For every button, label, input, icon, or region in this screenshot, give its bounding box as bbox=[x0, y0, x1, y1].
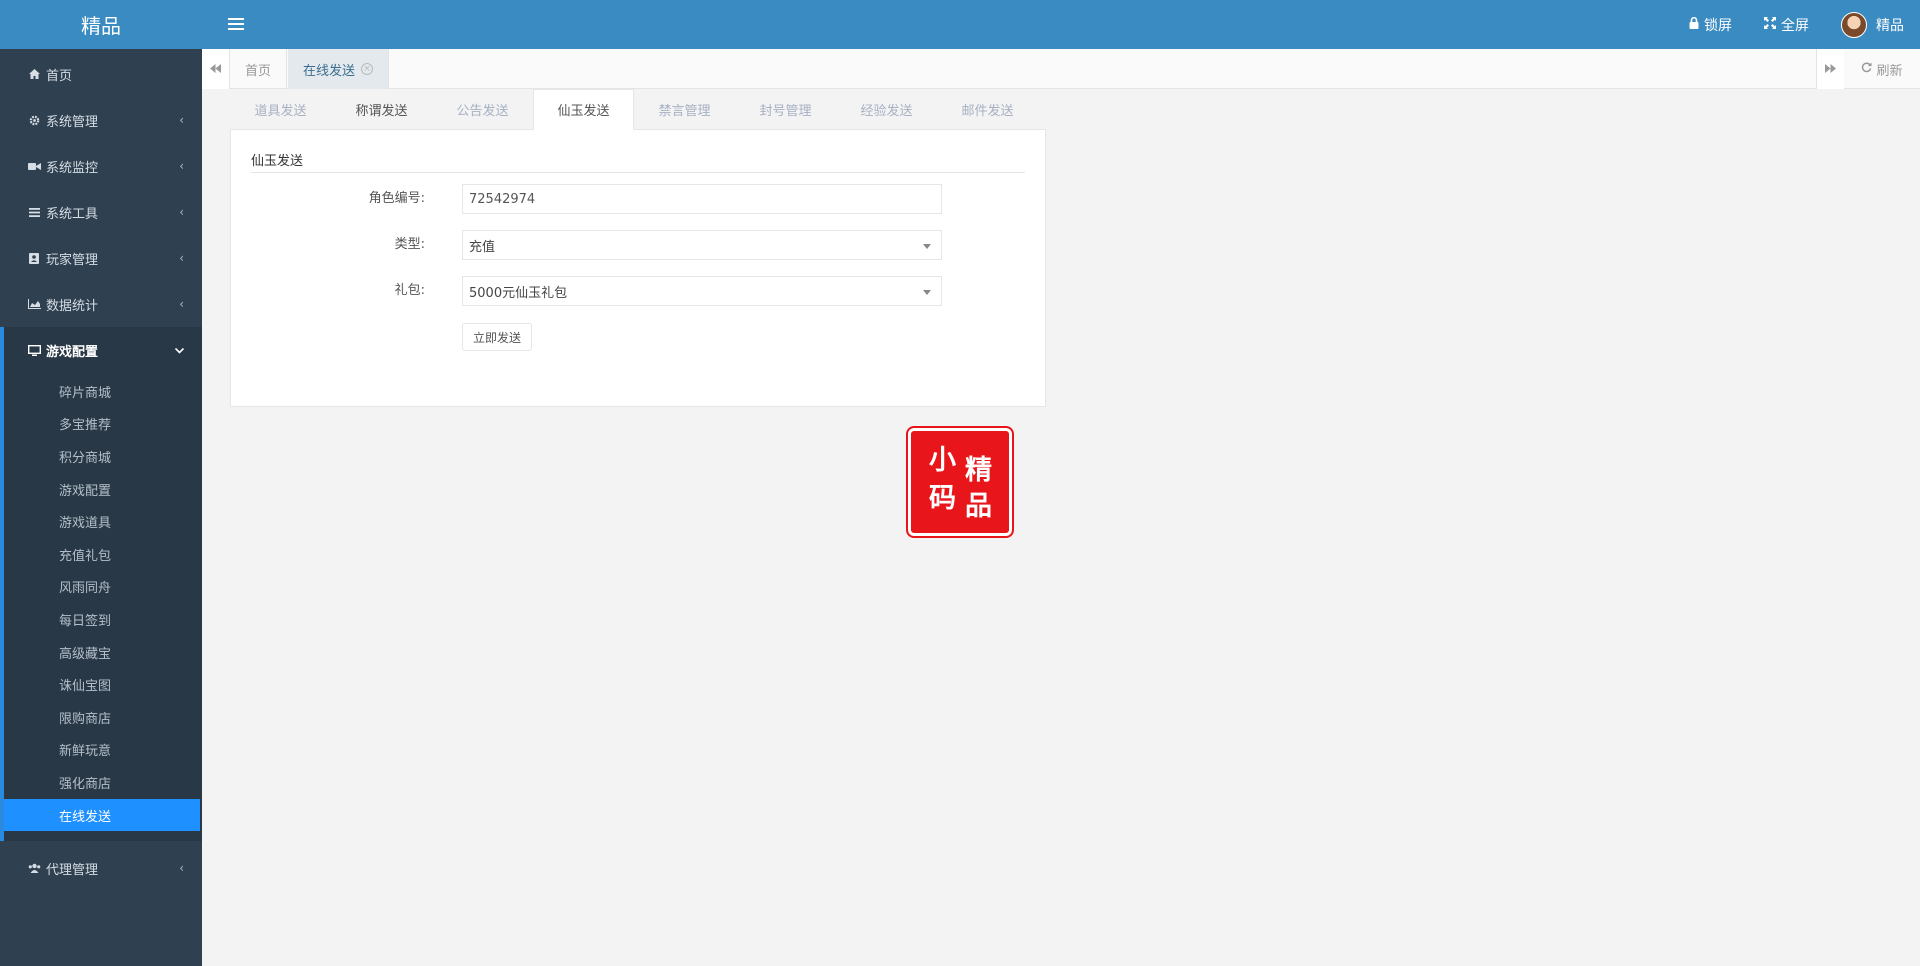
tab-announcement-send[interactable]: 公告发送 bbox=[432, 89, 533, 130]
page-tab-strip: 首页 在线发送 × 刷新 bbox=[202, 49, 1920, 89]
form-row-role-id: 角色编号: bbox=[231, 184, 1045, 214]
tab-item-send[interactable]: 道具发送 bbox=[230, 89, 331, 130]
sidebar-subitem-advanced-treasure[interactable]: 高级藏宝 bbox=[4, 636, 202, 669]
sidebar-item-data-statistics[interactable]: 数据统计 ‹ bbox=[0, 281, 202, 327]
user-menu[interactable]: 精品 bbox=[1841, 11, 1904, 38]
sidebar-item-label: 数据统计 bbox=[46, 298, 99, 314]
fullscreen-button[interactable]: 全屏 bbox=[1764, 15, 1809, 35]
lock-screen-button[interactable]: 锁屏 bbox=[1689, 15, 1732, 35]
sidebar-item-label: 首页 bbox=[46, 68, 73, 84]
sidebar-item-player-management[interactable]: 玩家管理 ‹ bbox=[0, 235, 202, 281]
chevron-down-icon bbox=[174, 343, 185, 357]
fullscreen-label: 全屏 bbox=[1781, 17, 1809, 34]
sidebar-subitem-enhance-shop[interactable]: 强化商店 bbox=[4, 766, 202, 799]
chevron-left-icon: ‹ bbox=[179, 251, 184, 265]
role-id-label: 角色编号: bbox=[368, 191, 425, 206]
menu-toggle-icon[interactable] bbox=[228, 14, 244, 34]
expand-icon bbox=[1764, 16, 1776, 33]
sidebar-subitem-game-items[interactable]: 游戏道具 bbox=[4, 505, 202, 538]
sidebar-item-label: 系统工具 bbox=[46, 206, 99, 222]
bars-icon bbox=[26, 207, 42, 217]
chevron-left-icon: ‹ bbox=[179, 861, 184, 876]
package-select[interactable]: 5000元仙玉礼包 bbox=[462, 276, 942, 306]
chevron-left-icon: ‹ bbox=[179, 113, 184, 127]
tab-scroll-left-button[interactable] bbox=[202, 49, 230, 89]
refresh-icon bbox=[1861, 61, 1873, 77]
sidebar-subitem-daily-checkin[interactable]: 每日签到 bbox=[4, 603, 202, 636]
sidebar-item-system-management[interactable]: 系统管理 ‹ bbox=[0, 97, 202, 143]
users-icon bbox=[26, 863, 42, 874]
tab-mail-send[interactable]: 邮件发送 bbox=[937, 89, 1038, 130]
tab-scroll-right-button[interactable] bbox=[1816, 49, 1844, 89]
panel-title: 仙玉发送 bbox=[251, 150, 1025, 173]
page-tab-online-send[interactable]: 在线发送 × bbox=[288, 49, 390, 89]
main-content: 道具发送 称谓发送 公告发送 仙玉发送 禁言管理 封号管理 经验发送 邮件发送 … bbox=[230, 89, 1046, 407]
forward-icon bbox=[1825, 62, 1836, 76]
tab-ban-management[interactable]: 封号管理 bbox=[735, 89, 836, 130]
type-select-value: 充值 bbox=[469, 239, 496, 255]
sidebar-item-system-monitor[interactable]: 系统监控 ‹ bbox=[0, 143, 202, 189]
tab-mute-management[interactable]: 禁言管理 bbox=[634, 89, 735, 130]
area-chart-icon bbox=[26, 299, 42, 309]
sidebar-subitem-game-config[interactable]: 游戏配置 bbox=[4, 473, 202, 506]
type-label: 类型: bbox=[394, 237, 425, 252]
form-row-type: 类型: 充值 bbox=[231, 230, 1045, 260]
chevron-left-icon: ‹ bbox=[179, 205, 184, 219]
sidebar-subitem-novelties[interactable]: 新鲜玩意 bbox=[4, 734, 202, 767]
sidebar-item-label: 系统监控 bbox=[46, 160, 99, 176]
sidebar-subitem-limited-shop[interactable]: 限购商店 bbox=[4, 701, 202, 734]
tab-exp-send[interactable]: 经验发送 bbox=[836, 89, 937, 130]
video-camera-icon bbox=[26, 162, 42, 171]
sidebar-subitem-recharge-package[interactable]: 充值礼包 bbox=[4, 538, 202, 571]
type-select[interactable]: 充值 bbox=[462, 230, 942, 260]
brand-logo: 精品 bbox=[0, 0, 202, 49]
close-icon[interactable]: × bbox=[361, 63, 374, 75]
sidebar-subitem-duobao-recommend[interactable]: 多宝推荐 bbox=[4, 408, 202, 441]
form-row-submit: 立即发送 bbox=[231, 323, 1045, 353]
sidebar-item-label: 代理管理 bbox=[46, 862, 99, 878]
form-row-package: 礼包: 5000元仙玉礼包 bbox=[231, 276, 1045, 306]
page-tab-label: 在线发送 bbox=[303, 63, 356, 79]
sidebar-item-home[interactable]: 首页 bbox=[0, 51, 202, 97]
content-tabs: 道具发送 称谓发送 公告发送 仙玉发送 禁言管理 封号管理 经验发送 邮件发送 bbox=[230, 89, 1046, 130]
lock-icon bbox=[1689, 16, 1699, 33]
role-id-input[interactable] bbox=[462, 184, 942, 214]
caret-down-icon bbox=[923, 290, 931, 295]
sidebar-subitem-zhuxian-map[interactable]: 诛仙宝图 bbox=[4, 668, 202, 701]
send-now-button[interactable]: 立即发送 bbox=[462, 323, 533, 351]
lock-screen-label: 锁屏 bbox=[1704, 17, 1732, 34]
sidebar-item-system-tools[interactable]: 系统工具 ‹ bbox=[0, 189, 202, 235]
refresh-label: 刷新 bbox=[1876, 63, 1903, 79]
tab-title-send[interactable]: 称谓发送 bbox=[331, 89, 432, 130]
sidebar: 精品 首页 系统管理 ‹ 系统监控 ‹ 系统工具 ‹ 玩家管理 ‹ 数据统计 ‹… bbox=[0, 0, 202, 966]
sidebar-item-label: 系统管理 bbox=[46, 114, 99, 130]
avatar bbox=[1841, 11, 1867, 38]
home-icon bbox=[26, 69, 42, 79]
xianyu-send-panel: 仙玉发送 角色编号: 类型: 充值 礼包: 5000元仙玉礼包 立即发送 bbox=[230, 129, 1046, 407]
refresh-button[interactable]: 刷新 bbox=[1844, 49, 1920, 89]
seal-stamp-image: 小 码 精 品 bbox=[906, 426, 1014, 538]
address-book-icon bbox=[26, 252, 42, 264]
sidebar-item-label: 玩家管理 bbox=[46, 252, 99, 268]
user-name: 精品 bbox=[1876, 17, 1904, 34]
chevron-left-icon: ‹ bbox=[179, 297, 184, 311]
sidebar-subitem-points-shop[interactable]: 积分商城 bbox=[4, 440, 202, 473]
sidebar-subitem-fengyu-tongzhou[interactable]: 风雨同舟 bbox=[4, 571, 202, 604]
backward-icon bbox=[210, 62, 221, 76]
top-header: 锁屏 全屏 精品 bbox=[202, 0, 1920, 49]
chevron-left-icon: ‹ bbox=[179, 159, 184, 173]
sidebar-item-game-config[interactable]: 游戏配置 bbox=[4, 327, 202, 373]
tab-xianyu-send[interactable]: 仙玉发送 bbox=[533, 89, 634, 130]
package-select-value: 5000元仙玉礼包 bbox=[469, 285, 568, 301]
desktop-icon bbox=[26, 344, 42, 356]
caret-down-icon bbox=[923, 244, 931, 249]
sidebar-item-label: 游戏配置 bbox=[46, 344, 99, 360]
sidebar-subitem-online-send[interactable]: 在线发送 bbox=[4, 798, 200, 832]
sidebar-group-game-config: 游戏配置 碎片商城 多宝推荐 积分商城 游戏配置 游戏道具 充值礼包 风雨同舟 … bbox=[0, 327, 202, 842]
package-label: 礼包: bbox=[394, 283, 425, 298]
sidebar-subitem-fragment-shop[interactable]: 碎片商城 bbox=[4, 375, 202, 408]
gear-icon bbox=[26, 115, 42, 126]
page-tab-home[interactable]: 首页 bbox=[230, 49, 288, 89]
sidebar-item-agent-management[interactable]: 代理管理 ‹ bbox=[0, 845, 202, 891]
